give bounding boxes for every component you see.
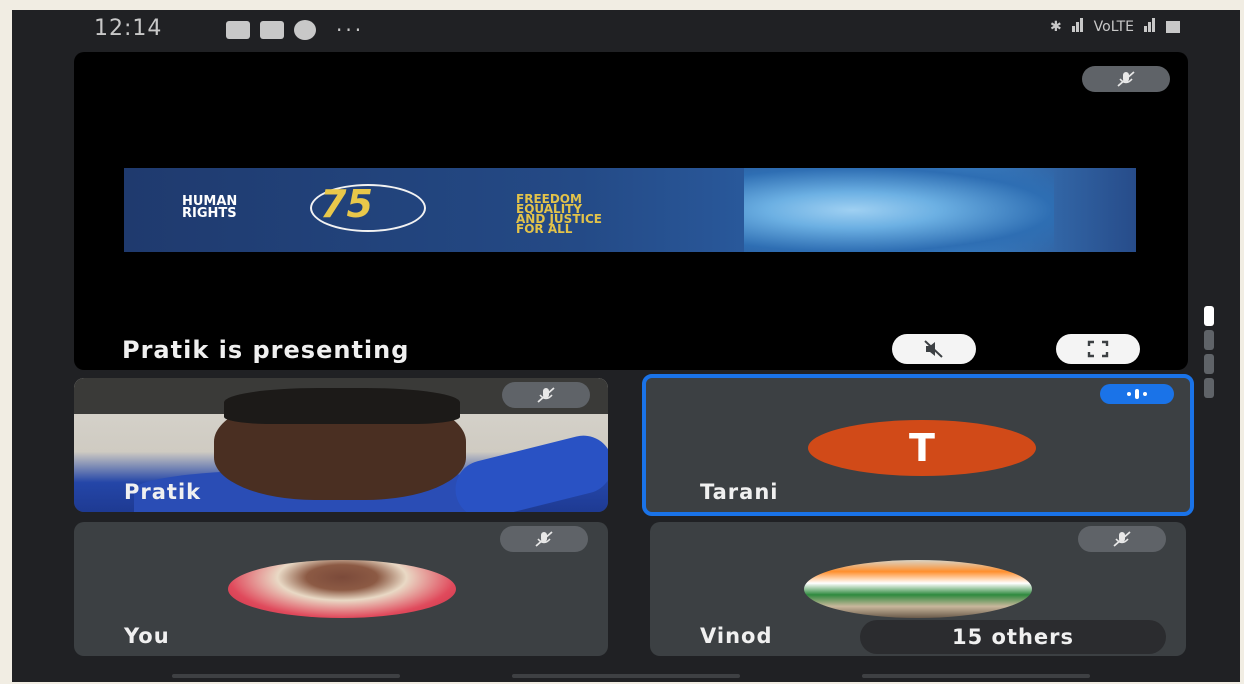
status-time: 12:14	[94, 16, 163, 41]
participant-name: Tarani	[700, 480, 779, 504]
speaking-indicator	[1100, 384, 1174, 404]
page-indicator	[1204, 306, 1216, 402]
fullscreen-button[interactable]	[1056, 334, 1140, 364]
mic-off-icon	[1117, 71, 1135, 87]
notification-icons: ···	[226, 18, 364, 42]
presentation-mute-indicator	[1082, 66, 1170, 92]
nav-segment	[512, 674, 740, 678]
participant-tile-tarani[interactable]: T Tarani	[642, 374, 1194, 516]
meet-app: 12:14 ··· ✱ VoLTE HUMAN RIGHTS 75 FREEDO…	[12, 10, 1240, 682]
gallery-icon	[226, 21, 250, 39]
banner-org-line2: RIGHTS	[182, 206, 237, 221]
page-dot	[1204, 378, 1214, 398]
banner-number: 75	[320, 182, 373, 226]
audio-bar	[1135, 389, 1139, 399]
banner-org: HUMAN RIGHTS	[182, 195, 237, 221]
nav-segment	[172, 674, 400, 678]
audio-bar	[1127, 392, 1131, 396]
page-dot-active	[1204, 306, 1214, 326]
signal-icon	[1071, 18, 1084, 36]
avatar	[228, 560, 456, 618]
mic-off-icon	[535, 531, 553, 547]
participant-name: You	[124, 624, 170, 648]
presenting-label: Pratik is presenting	[122, 336, 410, 364]
network-label: VoLTE	[1093, 19, 1134, 35]
nav-segment	[862, 674, 1090, 678]
page-dot	[1204, 330, 1214, 350]
participant-tile-you[interactable]: You	[74, 522, 608, 656]
banner-slogan: FREEDOM EQUALITY AND JUSTICE FOR ALL	[516, 193, 602, 235]
mic-off-icon	[537, 387, 555, 403]
system-icons: ✱ VoLTE	[1050, 18, 1180, 36]
battery-icon	[1166, 21, 1180, 33]
mic-off-icon	[1113, 531, 1131, 547]
status-bar: 12:14 ··· ✱ VoLTE	[12, 10, 1240, 50]
mute-indicator	[502, 382, 590, 408]
audio-bar	[1143, 392, 1147, 396]
phone-icon	[294, 20, 316, 40]
mute-presentation-button[interactable]	[892, 334, 976, 364]
signal-icon-2	[1144, 18, 1156, 36]
fullscreen-icon	[1087, 340, 1109, 358]
image-icon	[260, 21, 284, 39]
banner-artwork	[744, 168, 1054, 252]
participant-tile-pratik[interactable]: Pratik	[74, 378, 608, 512]
video-hair	[224, 388, 460, 424]
mute-indicator	[1078, 526, 1166, 552]
bluetooth-icon: ✱	[1049, 19, 1062, 35]
video-arm	[449, 429, 608, 512]
participant-name: Vinod	[700, 624, 773, 648]
mute-indicator	[500, 526, 588, 552]
presented-banner: HUMAN RIGHTS 75 FREEDOM EQUALITY AND JUS…	[124, 168, 1136, 252]
others-button[interactable]: 15 others	[860, 620, 1166, 654]
presentation-tile[interactable]: HUMAN RIGHTS 75 FREEDOM EQUALITY AND JUS…	[74, 52, 1188, 370]
volume-off-icon	[924, 340, 943, 358]
more-notifications: ···	[336, 18, 365, 42]
participant-name: Pratik	[124, 480, 202, 504]
gesture-bar	[12, 670, 1240, 682]
avatar	[804, 560, 1032, 618]
avatar: T	[808, 420, 1036, 476]
page-dot	[1204, 354, 1214, 374]
